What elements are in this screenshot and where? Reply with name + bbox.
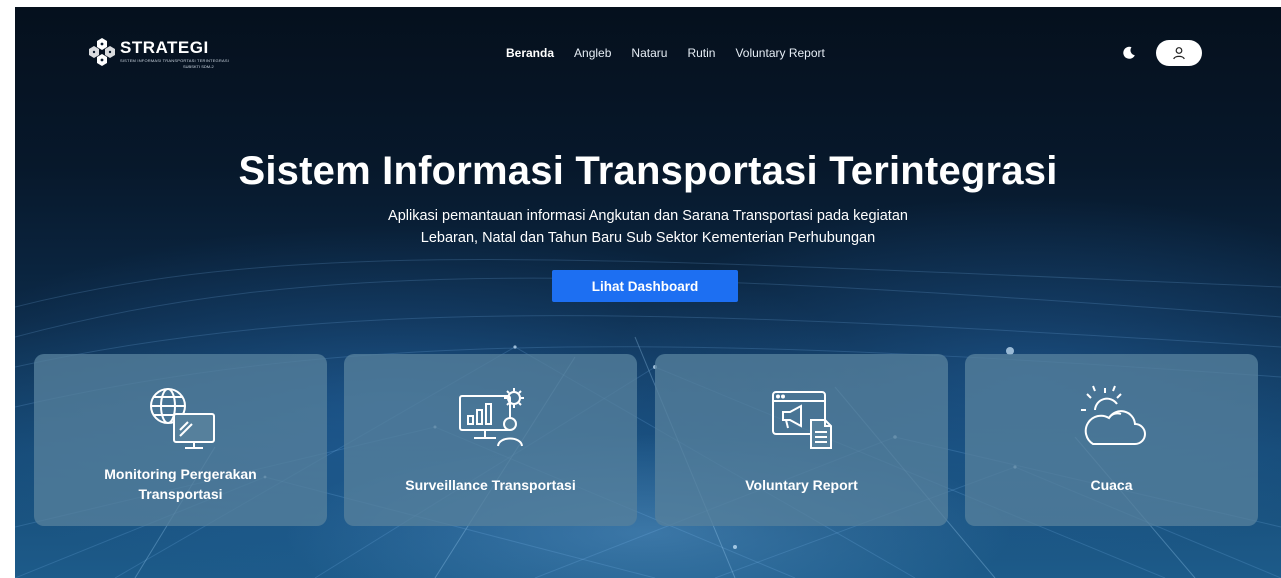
card-surveillance-transportasi[interactable]: Surveillance Transportasi	[344, 354, 637, 526]
card-monitoring-pergerakan[interactable]: Monitoring Pergerakan Transportasi	[34, 354, 327, 526]
card-label-line1: Monitoring Pergerakan	[104, 466, 257, 482]
hero-subtitle: Aplikasi pemantauan informasi Angkutan d…	[298, 205, 998, 249]
logo-tagline: SISTEM INFORMASI TRANSPORTASI TERINTEGRA…	[120, 58, 230, 63]
user-icon	[1173, 47, 1185, 60]
logo[interactable]: STRATEGI SISTEM INFORMASI TRANSPORTASI T…	[88, 37, 238, 71]
nav-voluntary-report[interactable]: Voluntary Report	[735, 44, 824, 62]
card-label: Voluntary Report	[745, 477, 858, 493]
hero-subtitle-line2: Lebaran, Natal dan Tahun Baru Sub Sektor…	[420, 230, 876, 246]
card-voluntary-report[interactable]: Voluntary Report	[655, 354, 948, 526]
card-label-line2: Transportasi	[138, 486, 223, 502]
globe-monitor-icon	[149, 388, 215, 449]
user-button[interactable]	[1156, 40, 1202, 66]
hero-subtitle-line1: Aplikasi pemantauan informasi Angkutan d…	[388, 208, 908, 224]
nav-rutin[interactable]: Rutin	[687, 44, 715, 62]
card-label: Cuaca	[1090, 477, 1133, 493]
nav-angleb[interactable]: Angleb	[574, 44, 611, 62]
page-title: Sistem Informasi Transportasi Terintegra…	[238, 149, 1058, 193]
lihat-dashboard-button[interactable]: Lihat Dashboard	[552, 270, 738, 302]
logo-sub: SUBSKTI SDM-2	[183, 64, 214, 69]
card-cuaca[interactable]: Cuaca	[965, 354, 1258, 526]
card-label: Monitoring Pergerakan Transportasi	[44, 464, 317, 504]
nav-nataru[interactable]: Nataru	[631, 44, 667, 62]
surveillance-analytics-icon	[458, 388, 524, 447]
hero-section: STRATEGI SISTEM INFORMASI TRANSPORTASI T…	[15, 7, 1281, 578]
megaphone-report-icon	[771, 391, 832, 449]
card-label: Surveillance Transportasi	[405, 477, 576, 493]
main-nav: Beranda Angleb Nataru Rutin Voluntary Re…	[506, 44, 845, 62]
logo-mark-icon	[89, 38, 115, 66]
logo-name: STRATEGI	[120, 38, 209, 57]
weather-cloud-sun-icon	[1080, 385, 1146, 445]
moon-icon[interactable]	[1121, 45, 1137, 61]
nav-beranda[interactable]: Beranda	[506, 44, 554, 62]
